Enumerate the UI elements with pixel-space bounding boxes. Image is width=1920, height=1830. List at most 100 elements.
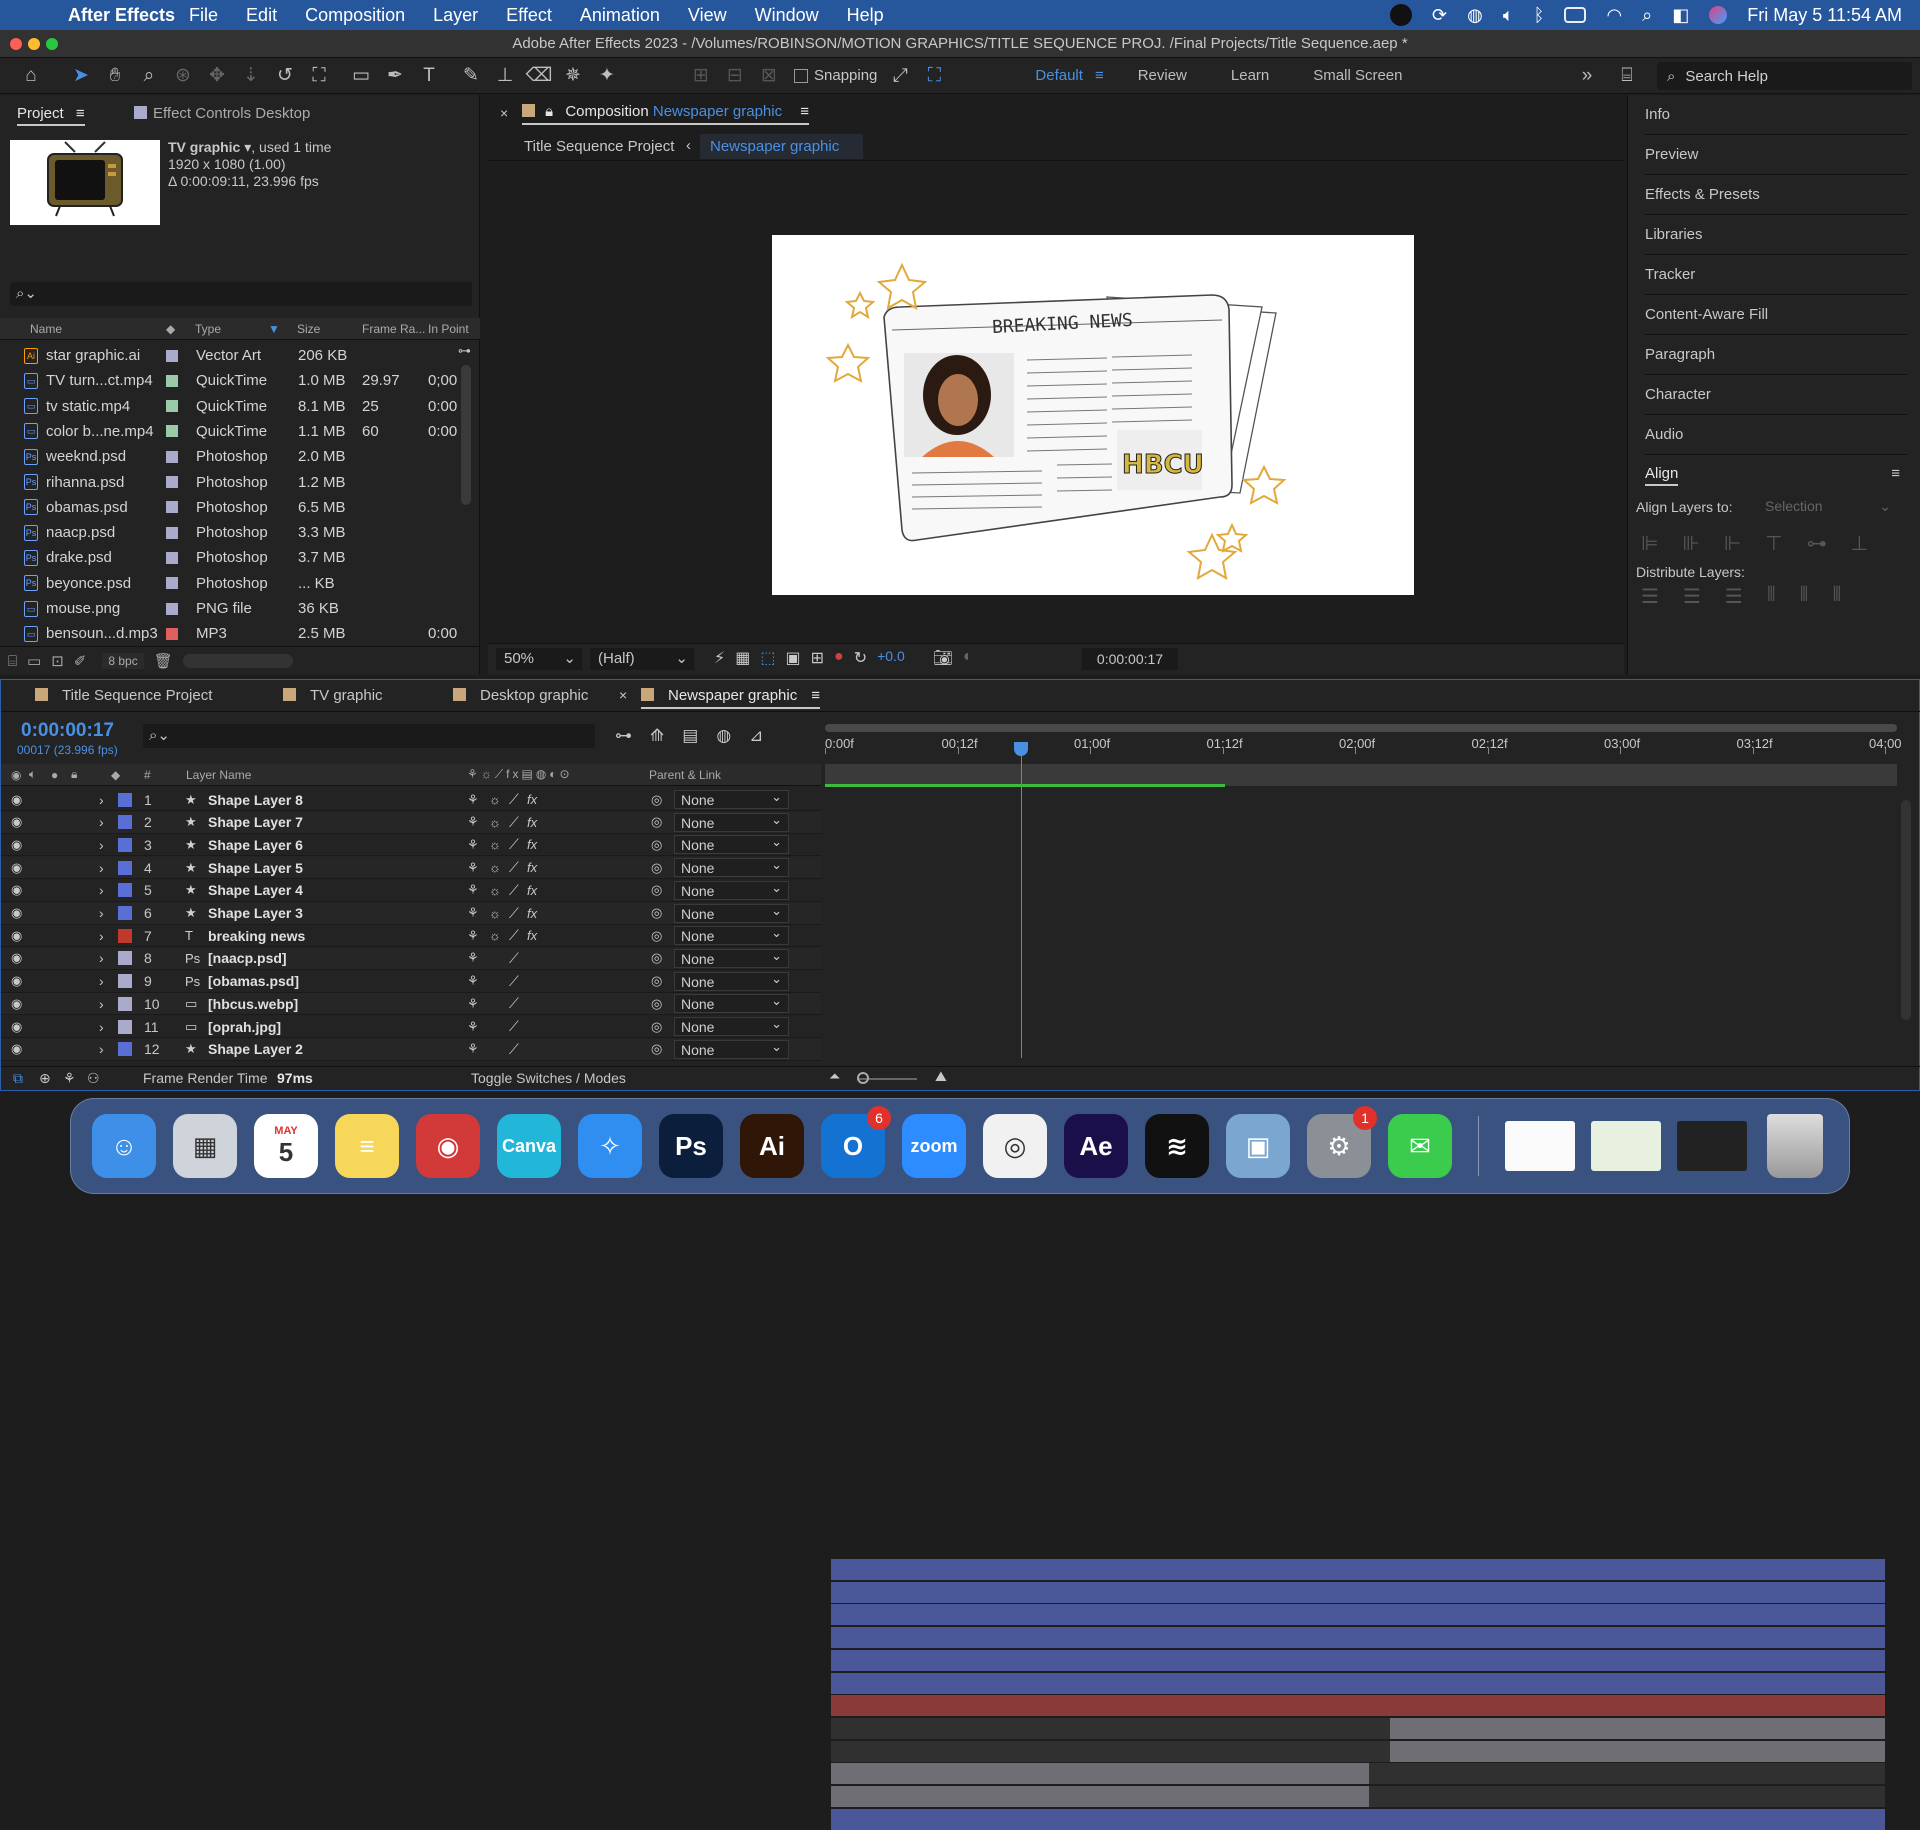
label-color-swatch[interactable] bbox=[166, 551, 178, 564]
panel-info[interactable]: Info bbox=[1645, 95, 1907, 135]
timeline-tab[interactable]: Title Sequence Project bbox=[35, 687, 212, 704]
dock-safari-icon[interactable]: ✧ bbox=[578, 1114, 642, 1178]
layer-row[interactable]: ◉ › 8 Ps [naacp.psd] ⚘ ⟋ ◎ None bbox=[1, 947, 821, 970]
col-layer-name[interactable]: Layer Name bbox=[186, 768, 251, 782]
transparency-grid-icon[interactable]: ▦ bbox=[735, 648, 750, 668]
pickwhip-icon[interactable]: ◎ bbox=[651, 837, 662, 853]
timeline-tab[interactable]: Newspaper graphic ≡ bbox=[641, 687, 821, 709]
label-color-swatch[interactable] bbox=[166, 400, 178, 413]
tab-composition[interactable]: 🔒︎ Composition Newspaper graphic ≡ bbox=[522, 103, 810, 125]
dock-recent-window-1[interactable] bbox=[1505, 1121, 1575, 1171]
rotation-tool-icon[interactable]: ↺ bbox=[268, 61, 302, 91]
dock-outlook-icon[interactable]: O6 bbox=[821, 1106, 891, 1178]
layer-duration-bar[interactable] bbox=[831, 1581, 1885, 1603]
workspace-learn[interactable]: Learn bbox=[1231, 67, 1269, 84]
pan-behind-icon[interactable]: ⛶ bbox=[302, 61, 336, 91]
creative-cloud-icon[interactable] bbox=[1390, 4, 1412, 26]
solo-toggle-icon[interactable]: ● bbox=[51, 768, 58, 782]
layer-label-color[interactable] bbox=[118, 974, 132, 989]
layer-row[interactable]: ◉ › 5 ★ Shape Layer 4 ⚘ ☼ ⟋ fx ◎ None bbox=[1, 879, 821, 902]
new-composition-icon[interactable]: ⊡ bbox=[51, 652, 64, 670]
expand-chevron-icon[interactable]: › bbox=[99, 1019, 104, 1035]
siri-icon[interactable] bbox=[1709, 6, 1728, 24]
mask-visibility-icon[interactable]: ⬚ bbox=[760, 648, 775, 668]
pickwhip-icon[interactable]: ◎ bbox=[651, 814, 662, 830]
minimize-window-button[interactable] bbox=[28, 38, 40, 50]
layer-duration-bar[interactable] bbox=[831, 1672, 1885, 1694]
layer-name[interactable]: [obamas.psd] bbox=[208, 973, 299, 989]
chevron-down-icon[interactable]: ▾ bbox=[240, 139, 251, 155]
layer-name[interactable]: [hbcus.webp] bbox=[208, 996, 298, 1012]
dock-trash-icon[interactable] bbox=[1767, 1114, 1823, 1178]
label-color-swatch[interactable] bbox=[166, 501, 178, 514]
shy-switch-icon[interactable]: ⚘ bbox=[467, 1019, 479, 1035]
quality-switch-icon[interactable]: ⟋ bbox=[509, 836, 519, 853]
collapse-switch-icon[interactable]: ☼ bbox=[489, 883, 501, 898]
collapse-switch-icon[interactable]: ☼ bbox=[489, 906, 501, 921]
align-right-icon[interactable]: ⊩ bbox=[1724, 531, 1741, 556]
lock-toggle-icon[interactable]: 🔒︎ bbox=[71, 767, 77, 782]
menu-effect[interactable]: Effect bbox=[506, 5, 552, 26]
layer-row[interactable]: ◉ › 10 ▭ [hbcus.webp] ⚘ ⟋ ◎ None bbox=[1, 992, 821, 1016]
draft-3d-icon[interactable]: ⟰ bbox=[650, 726, 664, 746]
fx-icon[interactable]: fx bbox=[527, 792, 537, 807]
color-channels-icon[interactable]: ● bbox=[834, 648, 844, 668]
wifi-icon[interactable]: ◠ bbox=[1606, 5, 1622, 26]
project-item[interactable]: Ps beyonce.psd Photoshop ... KB bbox=[24, 571, 464, 596]
shy-switch-icon[interactable]: ⚘ bbox=[467, 860, 479, 876]
layer-label-color[interactable] bbox=[118, 1042, 132, 1057]
shy-switch-icon[interactable]: ⚘ bbox=[467, 950, 479, 966]
project-item[interactable]: Ai star graphic.ai Vector Art 206 KB bbox=[24, 343, 464, 368]
dock-photoshop-icon[interactable]: Ps bbox=[659, 1114, 723, 1178]
align-hcenter-icon[interactable]: ⊪ bbox=[1682, 531, 1699, 556]
expand-chevron-icon[interactable]: › bbox=[99, 950, 104, 966]
layer-duration-bar[interactable] bbox=[831, 1649, 1885, 1671]
layer-row[interactable]: ◉ › 12 ★ Shape Layer 2 ⚘ ⟋ ◎ None bbox=[1, 1038, 821, 1061]
align-bottom-icon[interactable]: ⊥ bbox=[1851, 531, 1868, 556]
timeline-zoom-knob[interactable] bbox=[857, 1072, 869, 1084]
label-color-swatch[interactable] bbox=[166, 627, 178, 640]
layer-name[interactable]: Shape Layer 8 bbox=[208, 792, 303, 808]
eye-icon[interactable]: ◉ bbox=[11, 814, 22, 830]
playhead-handle[interactable] bbox=[1013, 742, 1028, 756]
timeline-tab[interactable]: TV graphic bbox=[283, 687, 383, 704]
volume-icon[interactable]: 🔈︎ bbox=[1503, 5, 1514, 26]
project-search-input[interactable]: ⌕⌄ bbox=[10, 282, 472, 306]
spotlight-icon[interactable]: ⌕ bbox=[1642, 5, 1652, 26]
workspace-panel-icon[interactable]: ⌸ bbox=[1610, 61, 1644, 91]
view-axis-icon[interactable]: ⊠ bbox=[752, 61, 786, 91]
layer-search-input[interactable]: ⌕⌄ bbox=[143, 724, 595, 748]
comp-close-icon[interactable]: × bbox=[500, 105, 508, 121]
layer-row[interactable]: ◉ › 9 Ps [obamas.psd] ⚘ ⟋ ◎ None bbox=[1, 970, 821, 993]
label-color-swatch[interactable] bbox=[166, 577, 178, 590]
layer-name[interactable]: Shape Layer 7 bbox=[208, 814, 303, 830]
distribute-vcenter-icon[interactable]: ☰ bbox=[1683, 584, 1701, 609]
parent-dropdown[interactable]: None bbox=[674, 833, 789, 855]
layer-duration-bar[interactable] bbox=[831, 1786, 1369, 1807]
dock-canva-icon[interactable]: Canva bbox=[497, 1114, 561, 1178]
breadcrumb-newspaper[interactable]: Newspaper graphic bbox=[700, 134, 864, 159]
bpc-label[interactable]: 8 bpc bbox=[102, 653, 144, 669]
home-icon[interactable]: ⌂ bbox=[14, 61, 48, 91]
snapping-checkbox[interactable] bbox=[794, 68, 808, 83]
collapse-switch-icon[interactable]: ☼ bbox=[489, 815, 501, 830]
menu-animation[interactable]: Animation bbox=[580, 5, 660, 26]
puppet-pin-icon[interactable]: ✦ bbox=[590, 61, 624, 91]
label-column-icon[interactable]: ◆ bbox=[166, 322, 175, 336]
pen-tool-icon[interactable]: ✒ bbox=[378, 61, 412, 91]
project-item[interactable]: Ps obamas.psd Photoshop 6.5 MB bbox=[24, 495, 464, 520]
interpret-footage-icon[interactable]: ⌸ bbox=[8, 653, 17, 670]
collapse-switch-icon[interactable]: ☼ bbox=[489, 792, 501, 807]
search-help-field[interactable]: ⌕ Search Help bbox=[1657, 62, 1912, 90]
sort-arrow-icon[interactable]: ▼ bbox=[268, 322, 280, 336]
align-to-dropdown[interactable]: Selection ⌄ bbox=[1757, 495, 1897, 517]
close-window-button[interactable] bbox=[10, 38, 22, 50]
snapping-toggle[interactable]: Snapping bbox=[794, 67, 877, 84]
quality-switch-icon[interactable]: ⟋ bbox=[509, 995, 519, 1012]
project-item[interactable]: ▭ tv static.mp4 QuickTime 8.1 MB 25 0:00 bbox=[24, 394, 464, 419]
shy-switch-icon[interactable]: ⚘ bbox=[467, 905, 479, 921]
shy-switch-icon[interactable]: ⚘ bbox=[467, 792, 479, 808]
eye-icon[interactable]: ◉ bbox=[11, 973, 22, 989]
globe-icon[interactable]: ◍ bbox=[1467, 5, 1483, 26]
shy-switch-icon[interactable]: ⚘ bbox=[467, 928, 479, 944]
